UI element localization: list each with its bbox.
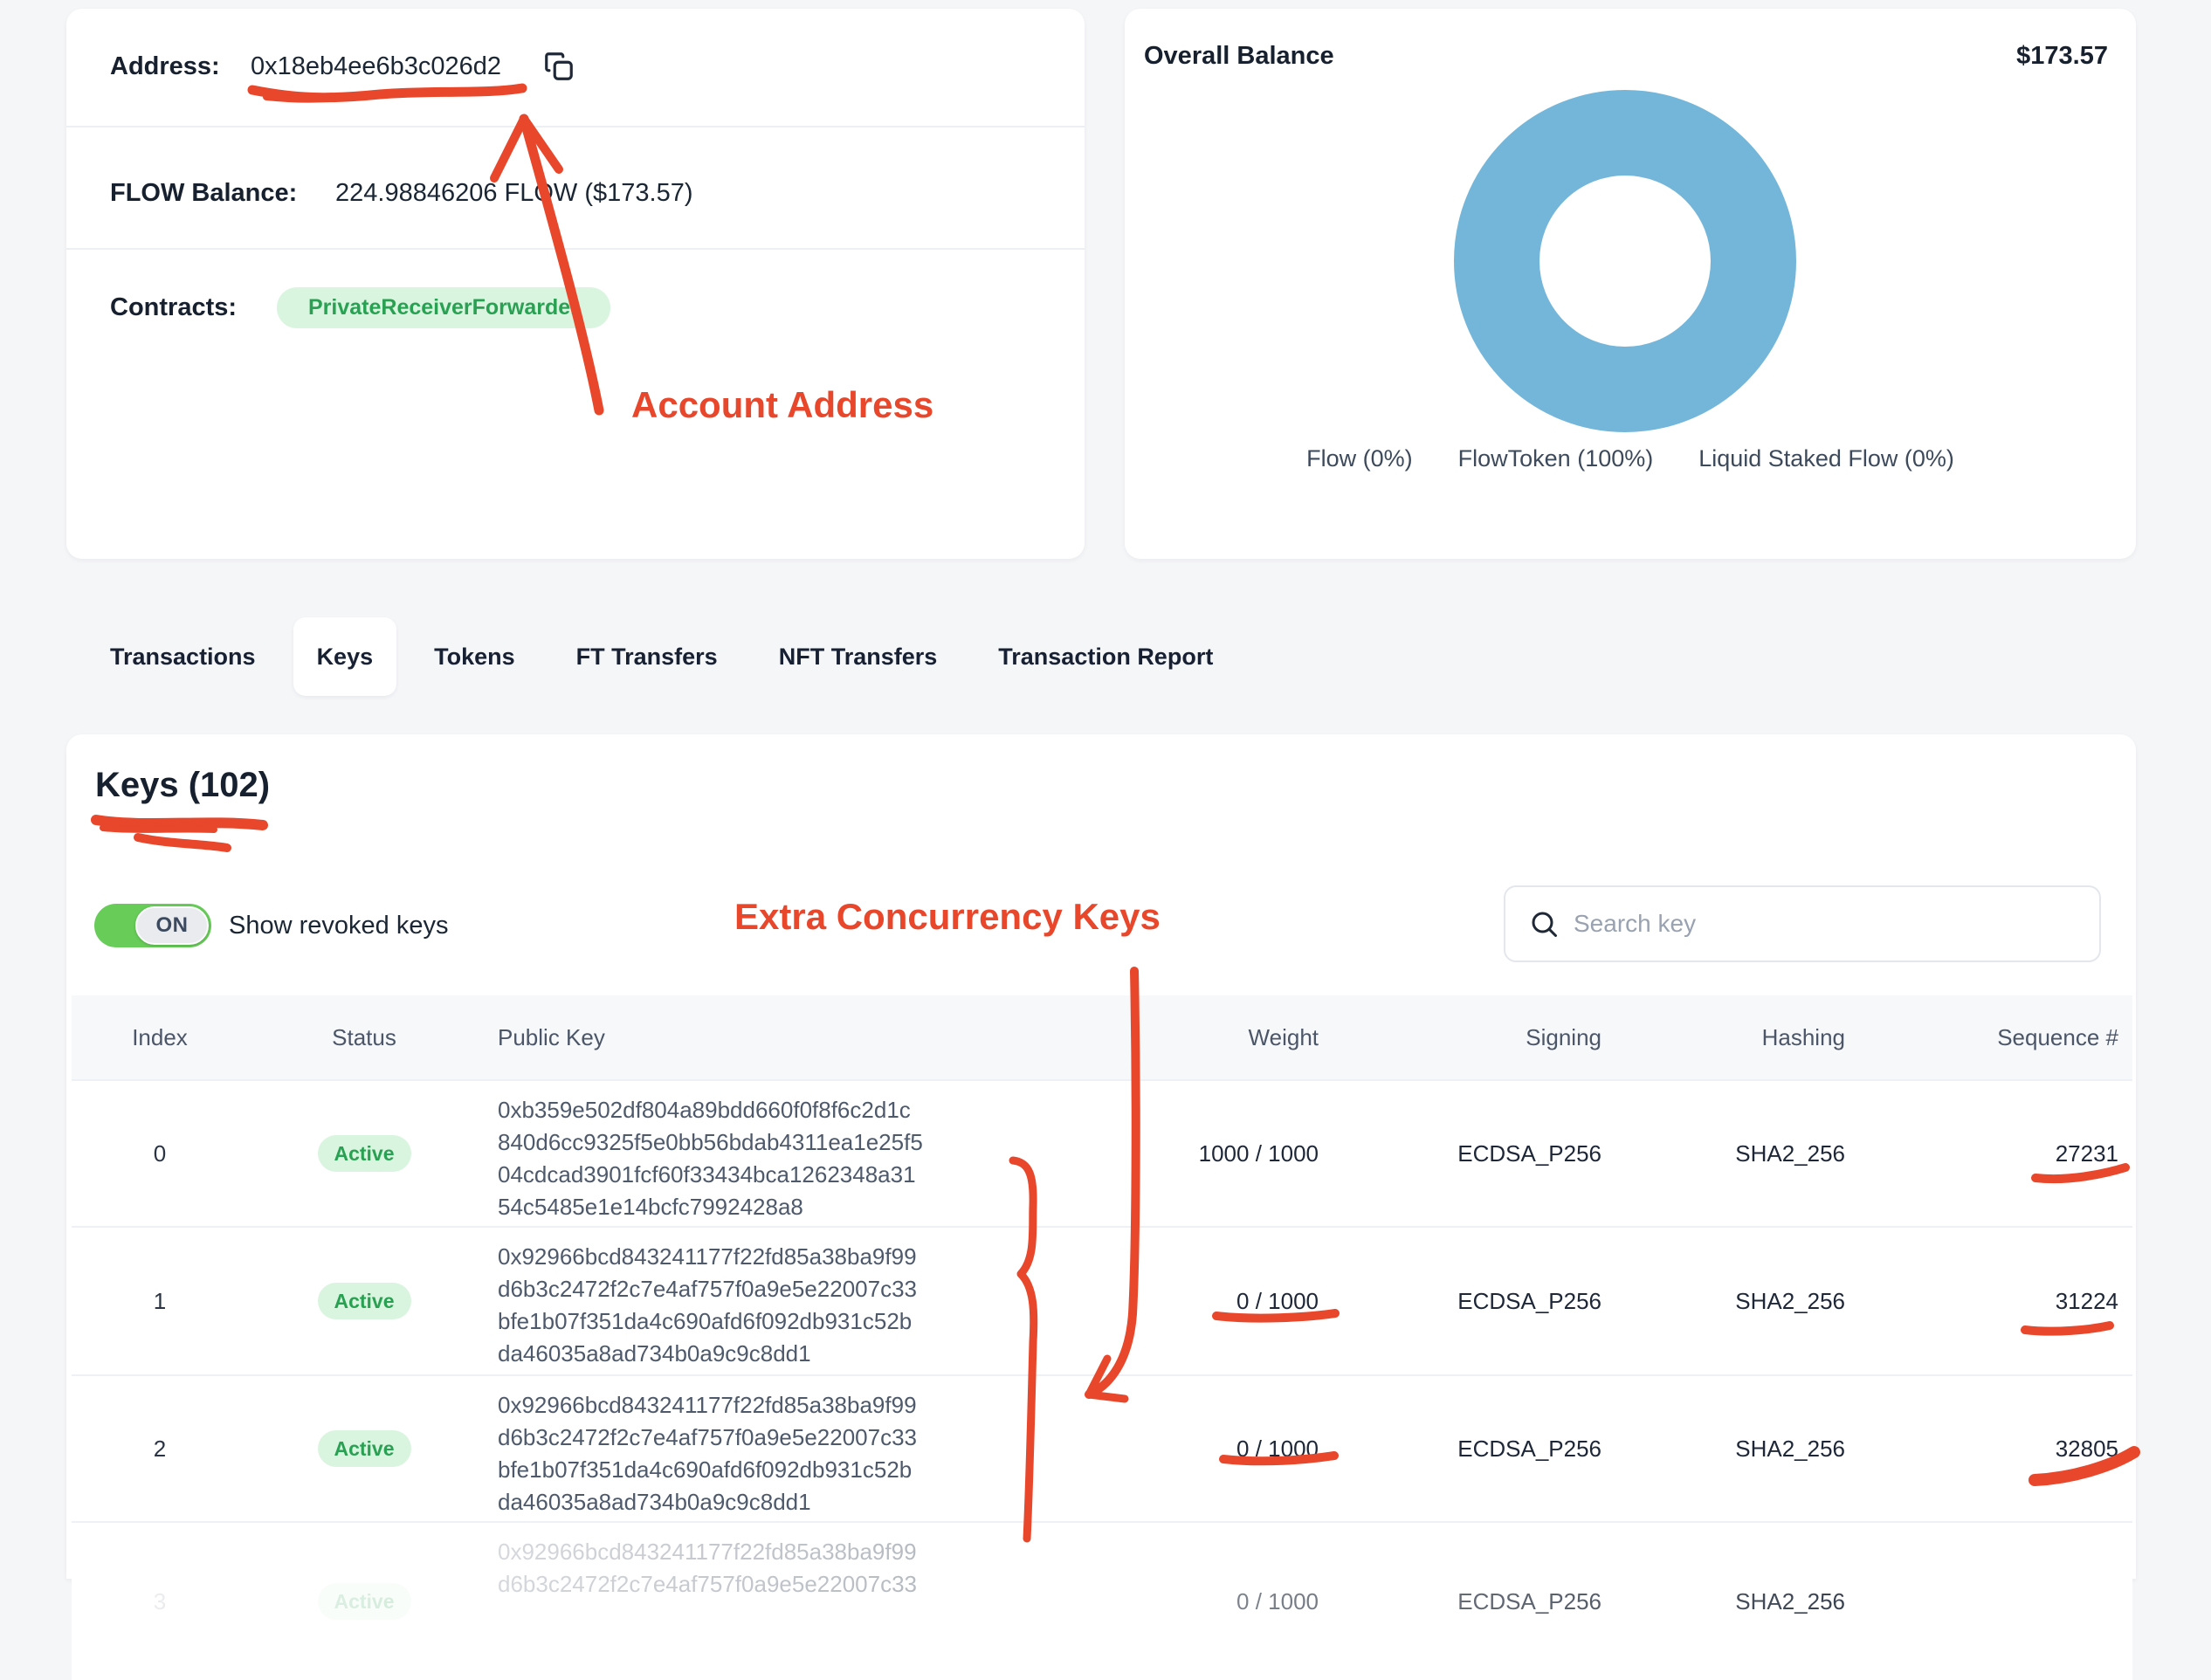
show-revoked-keys-label: Show revoked keys — [229, 912, 448, 940]
status-badge: Active — [318, 1135, 411, 1172]
table-header-row: Index Status Public Key Weight Signing H… — [72, 995, 2132, 1079]
tab-transaction-report[interactable]: Transaction Report — [998, 644, 1213, 671]
account-tabs: Transactions Keys Tokens FT Transfers NF… — [110, 616, 1213, 697]
divider — [66, 248, 1085, 250]
show-revoked-keys-toggle[interactable]: ON — [94, 904, 211, 947]
col-public-key: Public Key — [480, 995, 1030, 1079]
public-key: 0x92966bcd843241177f22fd85a38ba9f99 d6b3… — [480, 1523, 1030, 1680]
key-sequence — [1864, 1523, 2132, 1680]
divider — [66, 126, 1085, 127]
legend-item-flowtoken[interactable]: FlowToken (100%) — [1458, 445, 1654, 472]
status-badge: Active — [318, 1283, 411, 1319]
keys-title: Keys (102) — [95, 766, 270, 805]
status-badge: Active — [318, 1430, 411, 1467]
address-label: Address: — [110, 52, 251, 81]
account-info-card: Address: 0x18eb4ee6b3c026d2 FLOW Balance… — [66, 9, 1085, 559]
contracts-label: Contracts: — [110, 293, 277, 322]
keys-panel: Keys (102) ON Show revoked keys Index St… — [66, 734, 2136, 1579]
col-hashing: Hashing — [1619, 995, 1864, 1079]
tab-keys[interactable]: Keys — [293, 617, 397, 696]
col-status: Status — [248, 995, 480, 1079]
col-signing: Signing — [1336, 995, 1619, 1079]
key-sequence: 31224 — [1864, 1228, 2132, 1374]
table-row: 1 Active 0x92966bcd843241177f22fd85a38ba… — [72, 1226, 2132, 1374]
keys-table: Index Status Public Key Weight Signing H… — [72, 995, 2132, 1680]
table-row: 0 Active 0xb359e502df804a89bdd660f0f8f6c… — [72, 1079, 2132, 1226]
key-weight: 0 / 1000 — [1030, 1523, 1336, 1680]
table-row: 3 Active 0x92966bcd843241177f22fd85a38ba… — [72, 1521, 2132, 1680]
table-row: 2 Active 0x92966bcd843241177f22fd85a38ba… — [72, 1374, 2132, 1521]
key-signing: ECDSA_P256 — [1336, 1376, 1619, 1521]
address-value: 0x18eb4ee6b3c026d2 — [251, 52, 501, 81]
status-badge: Active — [318, 1583, 411, 1620]
col-sequence: Sequence # — [1864, 995, 2132, 1079]
contract-badge[interactable]: PrivateReceiverForwarder — [277, 287, 610, 328]
copy-icon[interactable] — [541, 49, 576, 84]
search-key-box — [1504, 885, 2101, 962]
tab-transactions[interactable]: Transactions — [110, 644, 256, 671]
public-key: 0x92966bcd843241177f22fd85a38ba9f99 d6b3… — [480, 1376, 1030, 1521]
key-signing: ECDSA_P256 — [1336, 1228, 1619, 1374]
chart-legend: Flow (0%) FlowToken (100%) Liquid Staked… — [1125, 445, 2136, 472]
key-index: 0 — [72, 1081, 248, 1226]
key-index: 1 — [72, 1228, 248, 1374]
balance-title: Overall Balance — [1144, 42, 1334, 71]
key-sequence: 27231 — [1864, 1081, 2132, 1226]
key-hashing: SHA2_256 — [1619, 1376, 1864, 1521]
public-key: 0xb359e502df804a89bdd660f0f8f6c2d1c 840d… — [480, 1081, 1030, 1226]
col-index: Index — [72, 995, 248, 1079]
flow-balance-row: FLOW Balance: 224.98846206 FLOW ($173.57… — [110, 172, 693, 214]
key-weight: 0 / 1000 — [1030, 1228, 1336, 1374]
tab-nft-transfers[interactable]: NFT Transfers — [779, 644, 938, 671]
key-hashing: SHA2_256 — [1619, 1228, 1864, 1374]
key-index: 3 — [72, 1523, 248, 1680]
balance-donut-chart — [1454, 90, 1796, 432]
overall-balance-card: Overall Balance $173.57 Flow (0%) FlowTo… — [1125, 9, 2136, 559]
key-index: 2 — [72, 1376, 248, 1521]
col-weight: Weight — [1030, 995, 1336, 1079]
key-signing: ECDSA_P256 — [1336, 1081, 1619, 1226]
key-weight: 1000 / 1000 — [1030, 1081, 1336, 1226]
key-weight: 0 / 1000 — [1030, 1376, 1336, 1521]
key-hashing: SHA2_256 — [1619, 1081, 1864, 1226]
flow-balance-label: FLOW Balance: — [110, 179, 335, 208]
legend-item-flow[interactable]: Flow (0%) — [1306, 445, 1413, 472]
legend-item-liquid-staked-flow[interactable]: Liquid Staked Flow (0%) — [1698, 445, 1954, 472]
key-sequence: 32805 — [1864, 1376, 2132, 1521]
public-key: 0x92966bcd843241177f22fd85a38ba9f99 d6b3… — [480, 1228, 1030, 1374]
toggle-knob[interactable]: ON — [135, 906, 209, 945]
contracts-row: Contracts: PrivateReceiverForwarder — [110, 286, 610, 328]
key-hashing: SHA2_256 — [1619, 1523, 1864, 1680]
tab-ft-transfers[interactable]: FT Transfers — [576, 644, 718, 671]
address-row: Address: 0x18eb4ee6b3c026d2 — [110, 45, 576, 87]
flow-balance-value: 224.98846206 FLOW ($173.57) — [335, 179, 693, 208]
key-signing: ECDSA_P256 — [1336, 1523, 1619, 1680]
search-key-input[interactable] — [1504, 885, 2101, 962]
tab-tokens[interactable]: Tokens — [434, 644, 515, 671]
balance-amount: $173.57 — [2016, 42, 2108, 71]
